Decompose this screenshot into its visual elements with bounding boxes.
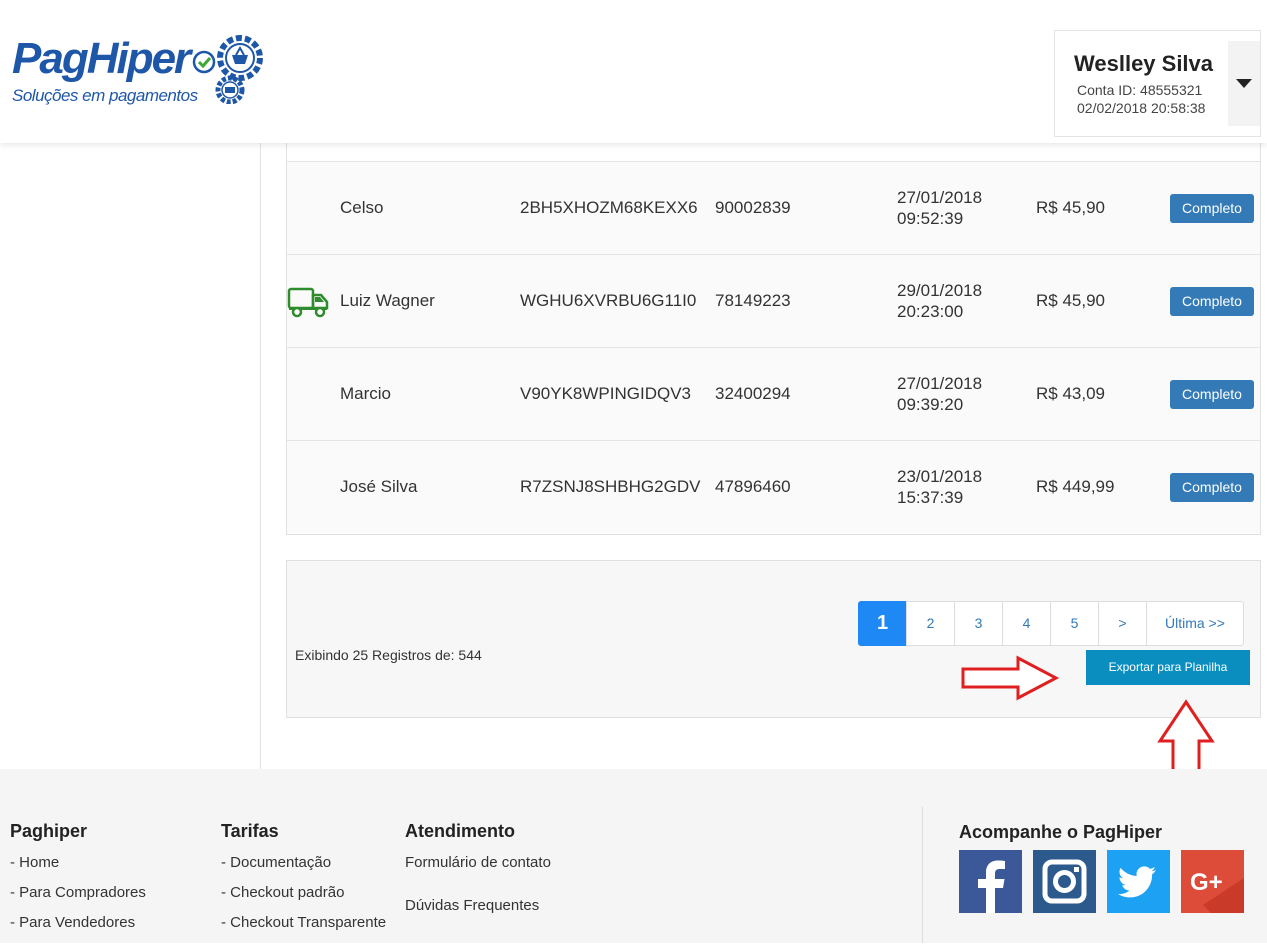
footer-link-checkout-padrao[interactable]: - Checkout padrão bbox=[221, 884, 386, 914]
row-code: R7ZSNJ8SHBHG2GDV bbox=[520, 477, 701, 496]
records-count: Exibindo 25 Registros de: 544 bbox=[295, 647, 482, 663]
status-button[interactable]: Completo bbox=[1170, 287, 1254, 316]
facebook-icon[interactable] bbox=[959, 850, 1022, 913]
footer-link-vendedores[interactable]: - Para Vendedores bbox=[10, 914, 146, 944]
svg-text:G+: G+ bbox=[1190, 869, 1223, 896]
footer-col-atendimento: Atendimento Formulário de contato Dúvida… bbox=[405, 821, 551, 927]
table-row[interactable]: Marcio V90YK8WPINGIDQV3 32400294 27/01/2… bbox=[287, 347, 1260, 440]
login-datetime: 02/02/2018 20:58:38 bbox=[1077, 100, 1206, 116]
caret-down-icon bbox=[1236, 79, 1252, 88]
footer-col-tarifas: Tarifas - Documentação - Checkout padrão… bbox=[221, 821, 386, 944]
row-code: V90YK8WPINGIDQV3 bbox=[520, 384, 692, 403]
logo-wordmark: PagHiper bbox=[12, 34, 191, 83]
last-page-button[interactable]: Última >> bbox=[1146, 601, 1244, 646]
footer-link-duvidas[interactable]: Dúvidas Frequentes bbox=[405, 897, 551, 927]
sidebar-divider bbox=[260, 143, 261, 769]
account-id: Conta ID: 48555321 bbox=[1077, 82, 1203, 98]
row-value: R$ 45,90 bbox=[1036, 198, 1105, 217]
status-button[interactable]: Completo bbox=[1170, 473, 1254, 502]
row-code: 2BH5XHOZM68KEXX6 bbox=[520, 198, 698, 217]
row-name: José Silva bbox=[340, 477, 418, 496]
row-number: 90002839 bbox=[715, 198, 791, 217]
status-button[interactable]: Completo bbox=[1170, 194, 1254, 223]
user-name: Weslley Silva bbox=[1074, 51, 1214, 76]
row-value: R$ 45,90 bbox=[1036, 291, 1105, 310]
row-name: Luiz Wagner bbox=[340, 291, 435, 310]
paghiper-logo[interactable]: PagHiper Soluções em pagamentos bbox=[12, 34, 268, 114]
pagination-panel: Exibindo 25 Registros de: 544 1 2 3 4 5 … bbox=[286, 560, 1261, 718]
header: PagHiper Soluções em pagamentos Weslley … bbox=[0, 0, 1267, 143]
user-menu[interactable]: Weslley Silva Conta ID: 48555321 02/02/2… bbox=[1054, 30, 1261, 137]
footer-heading: Atendimento bbox=[405, 821, 515, 841]
row-value: R$ 449,99 bbox=[1036, 477, 1115, 496]
row-value: R$ 43,09 bbox=[1036, 384, 1105, 403]
pagination: 1 2 3 4 5 > Última >> bbox=[858, 601, 1244, 646]
footer-heading: Paghiper bbox=[10, 821, 88, 841]
row-number: 78149223 bbox=[715, 291, 791, 310]
row-name: Celso bbox=[340, 198, 384, 217]
transactions-table: Celso 2BH5XHOZM68KEXX6 90002839 27/01/20… bbox=[286, 143, 1261, 535]
logo-tagline: Soluções em pagamentos bbox=[12, 86, 198, 105]
footer-link-documentacao[interactable]: - Documentação bbox=[221, 854, 386, 884]
status-button[interactable]: Completo bbox=[1170, 380, 1254, 409]
footer-link-contato[interactable]: Formulário de contato bbox=[405, 854, 551, 897]
footer-col-paghiper: Paghiper - Home - Para Compradores - Par… bbox=[10, 821, 146, 944]
footer: Paghiper - Home - Para Compradores - Par… bbox=[0, 769, 1267, 943]
row-datetime: 29/01/2018 20:23:00 bbox=[897, 281, 983, 321]
page-1-button[interactable]: 1 bbox=[858, 601, 907, 646]
annotation-arrow-right-icon bbox=[961, 655, 1060, 701]
footer-link-checkout-transparente[interactable]: - Checkout Transparente bbox=[221, 914, 386, 944]
row-number: 47896460 bbox=[715, 477, 791, 496]
table-row[interactable]: José Silva R7ZSNJ8SHBHG2GDV 47896460 23/… bbox=[287, 440, 1260, 533]
user-menu-toggle[interactable] bbox=[1228, 41, 1260, 126]
row-datetime: 23/01/2018 15:37:39 bbox=[897, 467, 983, 507]
footer-divider bbox=[922, 807, 923, 943]
next-page-button[interactable]: > bbox=[1098, 601, 1147, 646]
google-plus-icon[interactable]: G+ bbox=[1181, 850, 1244, 913]
instagram-icon[interactable] bbox=[1033, 850, 1096, 913]
table-row[interactable]: Celso 2BH5XHOZM68KEXX6 90002839 27/01/20… bbox=[287, 161, 1260, 254]
page-3-button[interactable]: 3 bbox=[954, 601, 1003, 646]
truck-icon bbox=[287, 287, 329, 318]
export-spreadsheet-button[interactable]: Exportar para Planilha bbox=[1086, 650, 1250, 685]
footer-link-compradores[interactable]: - Para Compradores bbox=[10, 884, 146, 914]
page-4-button[interactable]: 4 bbox=[1002, 601, 1051, 646]
footer-heading: Tarifas bbox=[221, 821, 279, 841]
row-number: 32400294 bbox=[715, 384, 791, 403]
row-code: WGHU6XVRBU6G11I0 bbox=[520, 291, 697, 310]
footer-link-home[interactable]: - Home bbox=[10, 854, 146, 884]
follow-title: Acompanhe o PagHiper bbox=[959, 822, 1163, 842]
row-datetime: 27/01/2018 09:39:20 bbox=[897, 374, 983, 414]
row-datetime: 27/01/2018 09:52:39 bbox=[897, 188, 983, 228]
table-row[interactable]: Luiz Wagner WGHU6XVRBU6G11I0 78149223 29… bbox=[287, 254, 1260, 347]
twitter-icon[interactable] bbox=[1107, 850, 1170, 913]
page-2-button[interactable]: 2 bbox=[906, 601, 955, 646]
row-name: Marcio bbox=[340, 384, 392, 403]
logo-gears-icon bbox=[192, 35, 263, 104]
page-5-button[interactable]: 5 bbox=[1050, 601, 1099, 646]
